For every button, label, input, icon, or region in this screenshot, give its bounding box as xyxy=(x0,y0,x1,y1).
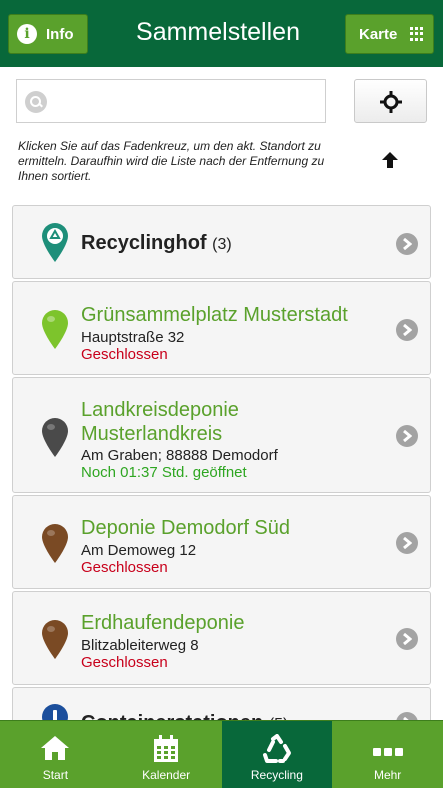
page-title: Sammelstellen xyxy=(136,18,300,46)
tab-start[interactable]: Start xyxy=(0,721,111,788)
tab-recycling[interactable]: Recycling xyxy=(221,721,333,788)
category-recyclinghof[interactable]: Recyclinghof (3) xyxy=(12,205,431,279)
app-header: i Info Sammelstellen Karte xyxy=(0,0,443,67)
chevron-right-icon xyxy=(396,425,418,447)
location-hint: Klicken Sie auf das Fadenkreuz, um den a… xyxy=(18,139,325,183)
chevron-right-icon xyxy=(396,319,418,341)
place-status: Geschlossen xyxy=(81,346,168,363)
recycle-pin-icon xyxy=(42,223,68,262)
info-button-label: Info xyxy=(46,25,74,43)
recycle-icon xyxy=(262,734,291,763)
place-status: Geschlossen xyxy=(81,559,168,576)
info-icon: i xyxy=(17,24,37,44)
brown-pin-icon xyxy=(42,620,68,659)
search-icon xyxy=(25,91,47,113)
list-item[interactable]: Erdhaufendeponie Blitzableiterweg 8 Gesc… xyxy=(12,591,431,685)
place-status: Geschlossen xyxy=(81,654,168,671)
tab-label: Start xyxy=(42,768,69,782)
search-box xyxy=(16,79,326,123)
green-pin-icon xyxy=(42,310,68,349)
category-name: Recyclinghof xyxy=(81,232,207,254)
map-button[interactable]: Karte xyxy=(345,14,434,54)
map-button-label: Karte xyxy=(359,25,398,43)
category-count: (3) xyxy=(212,236,232,253)
list-item[interactable]: Landkreisdeponie Musterlandkreis Am Grab… xyxy=(12,377,431,493)
list-item[interactable]: Grünsammelplatz Musterstadt Hauptstraße … xyxy=(12,281,431,375)
place-address: Am Demoweg 12 xyxy=(81,542,197,559)
category-title: Recyclinghof (3) xyxy=(81,232,232,255)
tab-kalender[interactable]: Kalender xyxy=(111,721,222,788)
locate-button[interactable] xyxy=(354,79,427,123)
crosshair-icon xyxy=(380,91,402,113)
place-address: Blitzableiterweg 8 xyxy=(81,637,199,654)
chevron-right-icon xyxy=(396,532,418,554)
place-address: Am Graben; 88888 Demodorf xyxy=(81,447,278,464)
tab-mehr[interactable]: Mehr xyxy=(332,721,443,788)
arrow-up-icon xyxy=(382,152,398,168)
list-item[interactable]: Deponie Demodorf Süd Am Demoweg 12 Gesch… xyxy=(12,495,431,589)
place-name: Deponie Demodorf Süd xyxy=(81,517,291,539)
calendar-icon xyxy=(154,735,179,762)
tab-label: Mehr xyxy=(373,768,402,782)
grid-icon xyxy=(410,27,424,41)
info-button[interactable]: i Info xyxy=(8,14,88,54)
tab-label: Kalender xyxy=(142,768,191,782)
place-name: Erdhaufendeponie xyxy=(81,612,245,634)
place-name: Landkreisdeponie Musterlandkreis xyxy=(81,399,239,445)
home-icon xyxy=(41,736,70,760)
brown-pin-icon xyxy=(42,524,68,563)
tab-bar: Start Kalender Recycling Mehr xyxy=(0,720,443,788)
place-name: Grünsammelplatz Musterstadt xyxy=(81,304,348,326)
search-input[interactable] xyxy=(55,80,321,122)
chevron-right-icon xyxy=(396,628,418,650)
place-status: Noch 01:37 Std. geöffnet xyxy=(81,464,247,481)
gray-pin-icon xyxy=(42,418,68,457)
chevron-right-icon xyxy=(396,233,418,255)
tab-label: Recycling xyxy=(250,768,303,782)
more-icon xyxy=(372,748,403,756)
place-address: Hauptstraße 32 xyxy=(81,329,185,346)
